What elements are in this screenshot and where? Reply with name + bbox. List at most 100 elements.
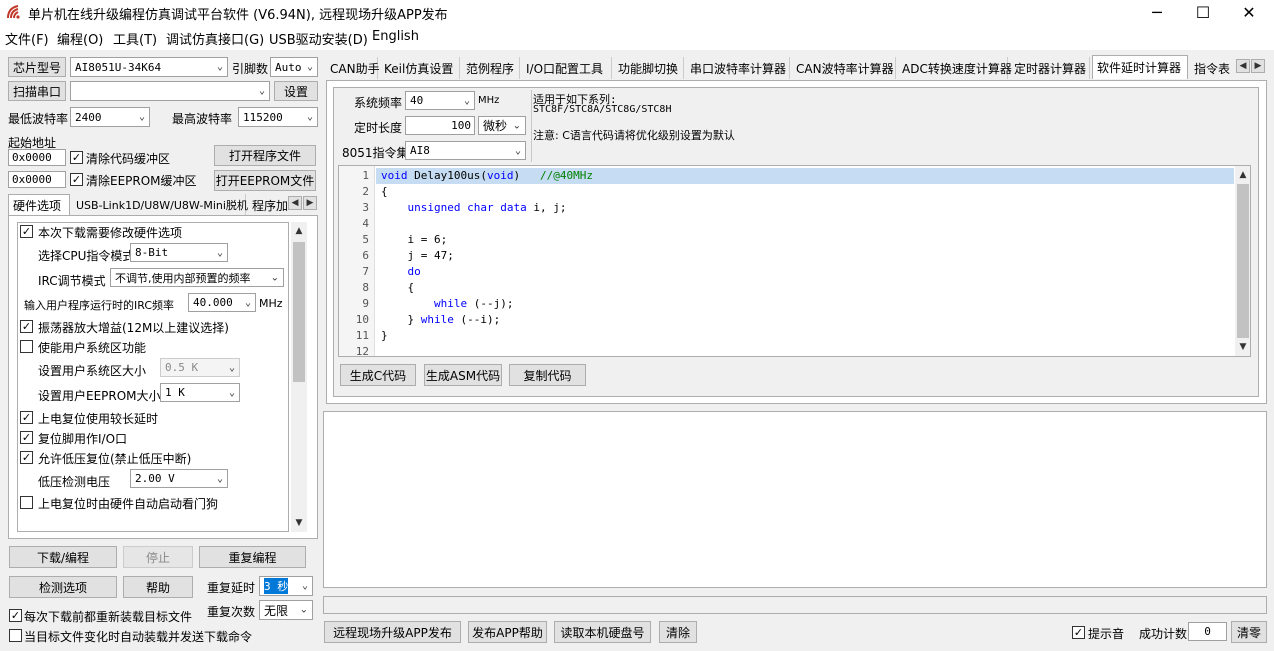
tab-examples[interactable]: 范例程序 [462, 57, 520, 79]
line-number: 4 [362, 217, 369, 230]
low-volt-select[interactable]: 2.00 V ⌄ [130, 469, 228, 488]
scroll-up-icon[interactable]: ▲ [1236, 168, 1250, 182]
tab-usb-link-offline[interactable]: USB-Link1D/U8W/U8W-Mini脱机 [72, 194, 248, 216]
long-reset-checkbox[interactable]: ✓ [20, 411, 33, 424]
repeat-delay-label: 重复延时 [207, 581, 256, 595]
menu-english[interactable]: English [372, 29, 419, 44]
hardware-options-scrollbar[interactable]: ▲ ▼ [291, 222, 307, 532]
stop-button[interactable]: 停止 [123, 546, 193, 568]
irc-freq-label: 输入用户程序运行时的IRC频率 [24, 299, 175, 312]
chevron-down-icon: ⌄ [216, 473, 223, 484]
progress-bar [323, 596, 1267, 614]
reload-each-checkbox[interactable]: ✓ [9, 609, 22, 622]
osc-gain-label: 振荡器放大增益(12M以上建议选择) [38, 321, 229, 335]
repeat-count-select[interactable]: 无限 ⌄ [259, 600, 313, 620]
low-volt-reset-checkbox[interactable]: ✓ [20, 451, 33, 464]
watchdog-checkbox[interactable] [20, 496, 33, 509]
delay-length-input[interactable]: 100 [405, 116, 475, 135]
tab-uart-baud-calc[interactable]: 串口波特率计算器 [686, 57, 790, 79]
tab-hardware-options[interactable]: 硬件选项 [8, 194, 70, 216]
tab-keil-sim[interactable]: Keil仿真设置 [380, 57, 460, 79]
tab-delay-calc[interactable]: 软件延时计算器 [1092, 55, 1188, 79]
repeat-delay-select[interactable]: 3 秒 ⌄ [259, 576, 313, 596]
minimize-button[interactable]: ─ [1134, 0, 1180, 24]
pins-select[interactable]: Auto ⌄ [270, 57, 318, 77]
irc-mode-value: 不调节,使用内部预置的频率 [115, 271, 251, 285]
min-baud-select[interactable]: 2400 ⌄ [70, 107, 150, 127]
tab-scroll-right-icon[interactable]: ▶ [1251, 59, 1265, 73]
output-log[interactable] [323, 411, 1267, 588]
scan-port-button[interactable]: 扫描串口 [8, 81, 66, 101]
cpu-mode-select[interactable]: 8-Bit ⌄ [130, 243, 228, 262]
tab-pin-switch[interactable]: 功能脚切换 [614, 57, 684, 79]
help-button[interactable]: 帮助 [123, 576, 193, 598]
sys-area-size-select[interactable]: 0.5 K ⌄ [160, 358, 240, 377]
menu-file[interactable]: 文件(F) [5, 29, 49, 48]
clear-output-button[interactable]: 清除 [659, 621, 697, 643]
irc-freq-select[interactable]: 40.000 ⌄ [188, 293, 256, 312]
clear-eeprom-buffer-label: 清除EEPROM缓冲区 [86, 174, 197, 188]
instruction-set-select[interactable]: AI8 ⌄ [405, 141, 526, 160]
read-disk-id-button[interactable]: 读取本机硬盘号 [554, 621, 651, 643]
reprogram-button[interactable]: 重复编程 [199, 546, 306, 568]
scrollbar-thumb[interactable] [293, 242, 305, 382]
chevron-down-icon: ⌄ [138, 111, 145, 123]
info-divider [531, 90, 532, 162]
tab-can-helper[interactable]: CAN助手 [326, 57, 380, 79]
tab-io-config[interactable]: I/O口配置工具 [522, 57, 612, 79]
tab-program-encrypt[interactable]: 程序加 [248, 194, 288, 216]
maximize-button[interactable]: ☐ [1180, 0, 1226, 24]
port-select[interactable]: ⌄ [70, 81, 270, 101]
remote-publish-button[interactable]: 远程现场升级APP发布 [324, 621, 461, 643]
enable-sys-area-checkbox[interactable] [20, 340, 33, 353]
scroll-down-icon[interactable]: ▼ [1236, 340, 1250, 354]
eeprom-start-address-input[interactable]: 0x0000 [8, 171, 66, 188]
clear-code-buffer-checkbox[interactable]: ✓ [70, 151, 83, 164]
reset-pin-io-checkbox[interactable]: ✓ [20, 431, 33, 444]
tab-can-baud-calc[interactable]: CAN波特率计算器 [792, 57, 896, 79]
code-editor[interactable]: 1 void Delay100us(void) //@40MHz 2{3 unsig… [338, 165, 1251, 357]
menu-debug-interface[interactable]: 调试仿真接口(G) [166, 29, 264, 48]
chip-model-select[interactable]: AI8051U-34K64 ⌄ [70, 57, 228, 77]
open-eeprom-file-button[interactable]: 打开EEPROM文件 [214, 170, 316, 191]
publish-help-button[interactable]: 发布APP帮助 [468, 621, 547, 643]
menu-usb-driver[interactable]: USB驱动安装(D) [269, 29, 368, 48]
close-button[interactable]: ✕ [1226, 0, 1272, 24]
right-tab-strip: CAN助手 Keil仿真设置 范例程序 I/O口配置工具 功能脚切换 串口波特率… [326, 55, 1268, 81]
beep-checkbox[interactable]: ✓ [1072, 626, 1085, 639]
auto-download-checkbox[interactable] [9, 629, 22, 642]
line-number: 7 [362, 265, 369, 278]
settings-button[interactable]: 设置 [274, 81, 318, 101]
scrollbar-thumb[interactable] [1237, 184, 1249, 338]
tab-scroll-right-icon[interactable]: ▶ [303, 196, 317, 210]
generate-c-button[interactable]: 生成C代码 [340, 364, 416, 386]
osc-gain-checkbox[interactable]: ✓ [20, 320, 33, 333]
check-options-button[interactable]: 检测选项 [9, 576, 117, 598]
reset-count-button[interactable]: 清零 [1231, 621, 1267, 643]
tab-adc-speed-calc[interactable]: ADC转换速度计算器 [898, 57, 1012, 79]
download-program-button[interactable]: 下载/编程 [9, 546, 117, 568]
low-volt-value: 2.00 V [135, 472, 175, 485]
tab-scroll-left-icon[interactable]: ◀ [1236, 59, 1250, 73]
clear-eeprom-buffer-checkbox[interactable]: ✓ [70, 173, 83, 186]
code-scrollbar[interactable]: ▲ ▼ [1235, 166, 1250, 356]
code-start-address-input[interactable]: 0x0000 [8, 149, 66, 166]
tab-timer-calc[interactable]: 定时器计算器 [1010, 57, 1090, 79]
code-line: 6 j = 47; [339, 248, 1234, 264]
instruction-set-label: 8051指令集 [342, 146, 409, 160]
copy-code-button[interactable]: 复制代码 [509, 364, 586, 386]
scroll-up-icon[interactable]: ▲ [292, 224, 306, 238]
tab-scroll-left-icon[interactable]: ◀ [288, 196, 302, 210]
tab-instruction-table[interactable]: 指令表 [1190, 57, 1236, 79]
irc-mode-select[interactable]: 不调节,使用内部预置的频率 ⌄ [110, 268, 284, 287]
menu-tools[interactable]: 工具(T) [113, 29, 157, 48]
generate-asm-button[interactable]: 生成ASM代码 [424, 364, 502, 386]
eeprom-size-select[interactable]: 1 K ⌄ [160, 383, 240, 402]
sys-freq-select[interactable]: 40 ⌄ [405, 91, 475, 110]
scroll-down-icon[interactable]: ▼ [292, 516, 306, 530]
delay-unit-select[interactable]: 微秒 ⌄ [478, 116, 526, 135]
open-program-file-button[interactable]: 打开程序文件 [214, 145, 316, 166]
max-baud-select[interactable]: 115200 ⌄ [238, 107, 318, 127]
menu-program[interactable]: 编程(O) [57, 29, 103, 48]
need-modify-hw-checkbox[interactable]: ✓ [20, 225, 33, 238]
